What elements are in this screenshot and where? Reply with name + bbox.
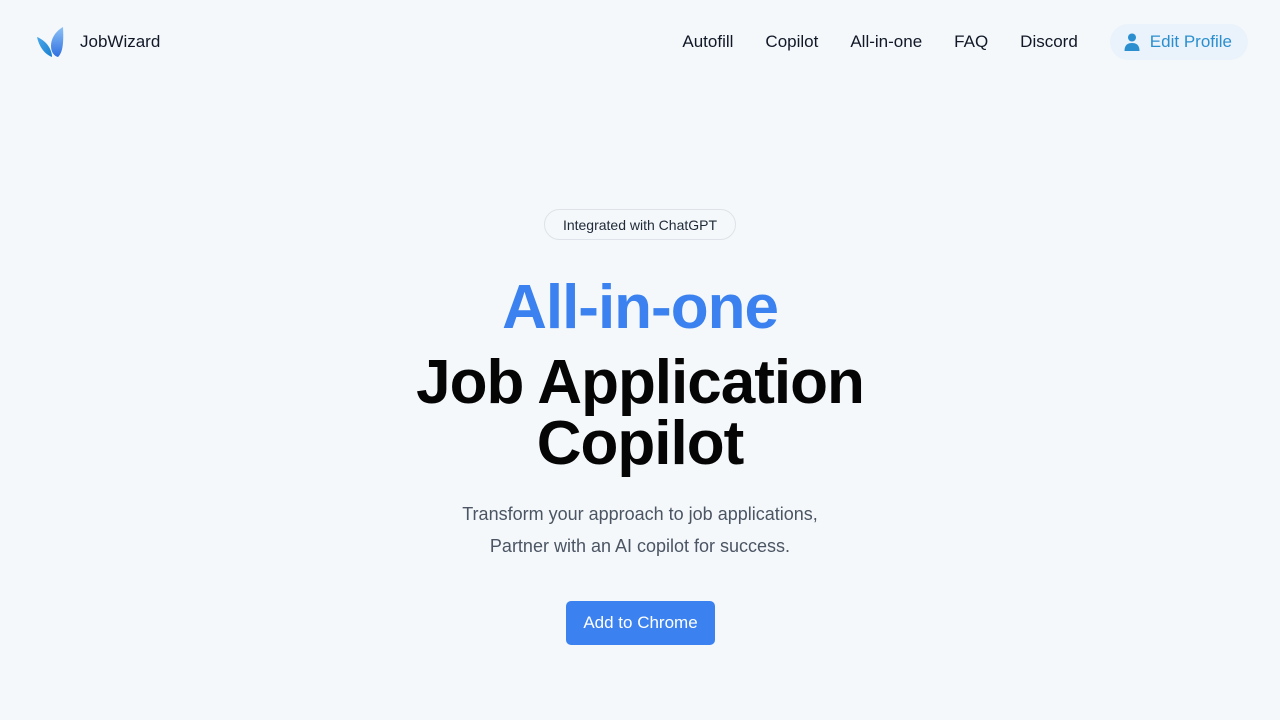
headline-line-2: Copilot (536, 409, 745, 478)
hero-subtitle: Transform your approach to job applicati… (0, 498, 1280, 562)
brand-name: JobWizard (80, 32, 161, 51)
leaf-logo-icon (37, 27, 64, 57)
top-header: JobWizard Autofill Copilot All-in-one FA… (0, 0, 1280, 84)
add-to-chrome-button[interactable]: Add to Chrome (566, 601, 715, 645)
nav-link-autofill[interactable]: Autofill (682, 32, 733, 52)
headline-main: Job Application Copilot (0, 348, 1280, 478)
subtitle-line-2: Partner with an AI copilot for success. (489, 536, 791, 556)
integration-badge: Integrated with ChatGPT (544, 209, 736, 240)
nav-link-discord[interactable]: Discord (1020, 32, 1078, 52)
nav-link-faq[interactable]: FAQ (954, 32, 988, 52)
nav-link-all-in-one[interactable]: All-in-one (850, 32, 922, 52)
brand-home-link[interactable]: JobWizard (36, 26, 160, 58)
headline-line-1: Job Application (416, 348, 865, 417)
nav-link-copilot[interactable]: Copilot (765, 32, 818, 52)
user-icon (1124, 33, 1140, 51)
edit-profile-button[interactable]: Edit Profile (1109, 24, 1248, 60)
subtitle-line-1: Transform your approach to job applicati… (462, 504, 818, 524)
edit-profile-label: Edit Profile (1149, 32, 1232, 51)
headline-accent: All-in-one (502, 273, 779, 342)
main-nav: Autofill Copilot All-in-one FAQ Discord … (682, 24, 1248, 60)
